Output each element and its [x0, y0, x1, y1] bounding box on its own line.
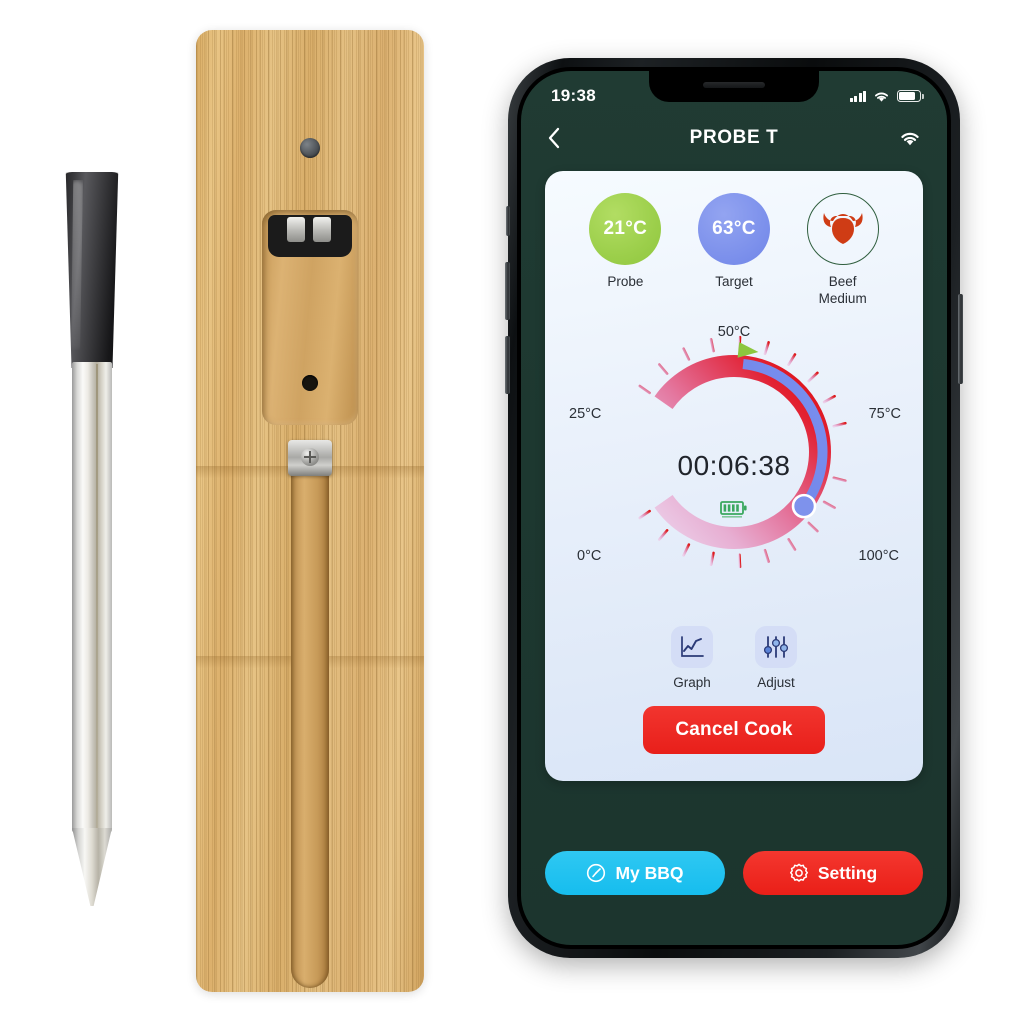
phone-bezel: 19:38 PROBE T 21°C Probe 63°C Target Bee…	[517, 67, 951, 949]
status-time: 19:38	[551, 86, 596, 105]
gauge-tick	[807, 371, 819, 383]
graph-tile	[671, 625, 713, 668]
gauge-tick	[709, 337, 715, 353]
probe-temp-label: Probe	[607, 274, 644, 289]
probe-temp-bubble: 21°C	[589, 193, 662, 265]
gauge-tick	[638, 384, 651, 394]
gauge-tick	[738, 553, 742, 568]
probe-value-marker	[737, 341, 759, 358]
meat-name: Beef	[828, 274, 857, 289]
dock-rubber-gasket	[268, 215, 352, 257]
phone-screen: 19:38 PROBE T 21°C Probe 63°C Target Bee…	[521, 71, 947, 945]
target-value-knob[interactable]	[791, 493, 817, 519]
cook-status-card: 21°C Probe 63°C Target Beef Medium 50°C …	[545, 171, 923, 781]
stat-row: 21°C Probe 63°C Target Beef Medium	[545, 171, 923, 308]
gauge-tick	[763, 548, 770, 563]
target-temp-bubble: 63°C	[698, 193, 770, 265]
gauge-tick	[763, 340, 770, 355]
gauge-tick-label-25: 25°C	[569, 405, 602, 422]
stat-probe[interactable]: 21°C Probe	[571, 193, 680, 308]
cancel-cook-button[interactable]: Cancel Cook	[643, 705, 825, 754]
page-title: PROBE T	[689, 127, 779, 148]
action-row: Graph Adjust	[545, 625, 923, 690]
setting-button[interactable]: Setting	[743, 851, 923, 895]
dock-charging-contact	[313, 217, 331, 242]
graph-button[interactable]: Graph	[671, 625, 713, 690]
meat-doneness: Medium	[818, 290, 867, 306]
gauge-tick	[822, 394, 836, 404]
gauge-tick	[682, 347, 691, 361]
adjust-label: Adjust	[757, 674, 795, 690]
target-temp-label: Target	[715, 274, 753, 289]
dock-charging-contact	[287, 217, 305, 242]
adjust-button[interactable]: Adjust	[755, 625, 797, 690]
stat-target[interactable]: 63°C Target	[680, 193, 789, 308]
meat-type-label: Beef Medium	[819, 274, 867, 308]
bull-head-icon	[823, 213, 863, 244]
gauge-tick	[638, 509, 651, 520]
meat-type-bubble	[806, 193, 879, 265]
adjust-tile	[755, 625, 797, 668]
line-chart-icon	[681, 635, 704, 657]
gauge-tick	[807, 521, 819, 533]
chevron-left-icon	[548, 127, 560, 149]
back-button[interactable]	[547, 127, 581, 149]
my-bbq-button[interactable]: My BBQ	[545, 851, 725, 895]
dock-probe-channel	[291, 470, 329, 988]
wifi-status-button[interactable]	[887, 130, 921, 147]
gauge-tick	[658, 362, 669, 375]
meat-probe-thermometer	[44, 172, 140, 906]
gauge-icon	[587, 863, 606, 883]
probe-steel-shaft	[72, 362, 112, 832]
gauge-tick	[832, 421, 847, 428]
gauge-svg	[638, 335, 851, 568]
battery-icon	[897, 90, 924, 102]
setting-label: Setting	[817, 862, 878, 883]
gauge-tick	[832, 476, 847, 482]
my-bbq-label: My BBQ	[615, 862, 684, 883]
signal-bars-icon	[849, 90, 866, 102]
bamboo-charging-dock	[196, 30, 424, 992]
smartphone-frame: 19:38 PROBE T 21°C Probe 63°C Target Bee…	[505, 58, 963, 958]
gauge-tick	[682, 543, 691, 557]
volume-down-button[interactable]	[505, 336, 510, 394]
gauge-tick	[658, 528, 669, 541]
gauge-tick-label-50: 50°C	[717, 323, 751, 340]
mute-switch[interactable]	[506, 206, 510, 236]
app-nav-bar: PROBE T	[521, 115, 947, 161]
cook-timer: 00:06:38	[677, 449, 791, 481]
status-indicators	[849, 90, 924, 103]
battery-charge-icon	[720, 500, 747, 518]
probe-cap	[65, 172, 119, 368]
graph-label: Graph	[673, 674, 711, 690]
gauge-tick	[822, 500, 836, 509]
wifi-icon	[875, 92, 888, 102]
bottom-bar: My BBQ Setting	[545, 851, 923, 895]
status-bar: 19:38	[521, 71, 947, 113]
gauge-tick-label-0: 0°C	[577, 547, 602, 564]
power-button[interactable]	[958, 294, 963, 384]
stat-meat-type[interactable]: Beef Medium	[788, 193, 897, 308]
sliders-icon	[763, 635, 789, 658]
gauge-tick-label-75: 75°C	[868, 405, 901, 422]
probe-pointed-tip	[72, 828, 112, 906]
gauge-tick	[787, 352, 797, 366]
dock-magnet-dot	[300, 138, 320, 158]
gauge-tick	[709, 551, 715, 566]
temperature-gauge[interactable]: 50°C 25°C 75°C 0°C 100°C 00:06:38	[545, 320, 923, 620]
probe-shaft-seam	[96, 364, 98, 864]
volume-up-button[interactable]	[505, 262, 510, 320]
battery-charge-icon	[720, 500, 748, 523]
gear-icon	[789, 863, 808, 882]
dock-screw	[301, 448, 319, 466]
wifi-icon	[901, 132, 919, 145]
dock-vent-hole	[302, 375, 318, 391]
gauge-tick-label-100: 100°C	[858, 547, 899, 564]
gauge-tick	[787, 537, 797, 551]
